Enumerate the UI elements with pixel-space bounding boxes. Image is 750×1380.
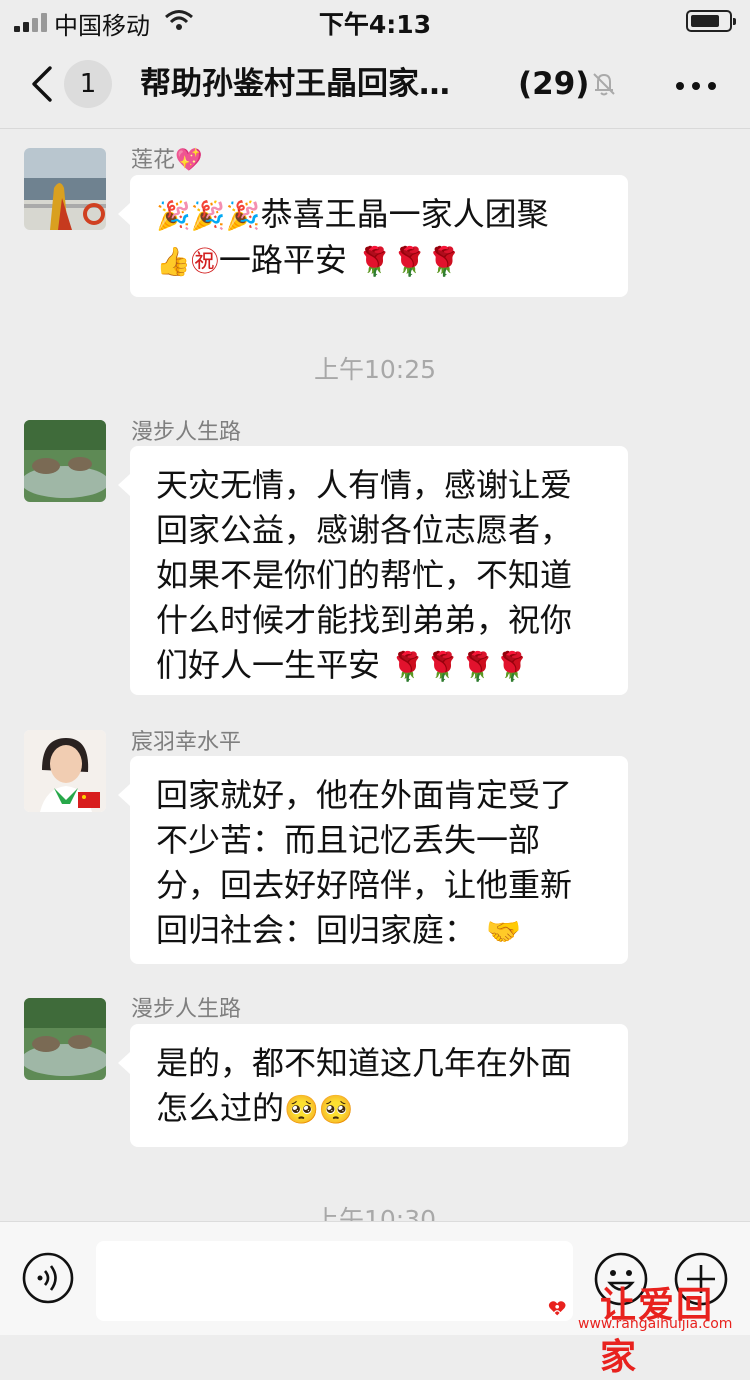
message-bubble[interactable]: 回家就好，他在外面肯定受了 不少苦：而且记忆丢失一部 分，回去好好陪伴，让他重新… (118, 756, 628, 964)
rose-icon: 🌹 (494, 650, 530, 683)
message-text: 一路平安 (218, 241, 347, 279)
voice-input-icon[interactable] (22, 1252, 74, 1304)
message-bubble[interactable]: 天灾无情，人有情，感谢让爱 回家公益，感谢各位志愿者， 如果不是你们的帮忙，不知… (118, 446, 628, 695)
message-line: 分，回去好好陪伴，让他重新 (156, 866, 573, 904)
rose-icon: 🌹 (357, 245, 392, 278)
sender-name: 漫步人生路 (131, 420, 242, 445)
rose-icon: 🌹 (390, 650, 426, 683)
rose-icon: 🌹 (459, 650, 495, 683)
avatar[interactable] (24, 730, 106, 812)
chat-title: 帮助孙鉴村王晶回家… (140, 66, 450, 102)
message-line: 们好人一生平安 (156, 646, 381, 684)
handshake-icon: 🤝 (486, 915, 522, 948)
message-line: 天灾无情，人有情，感谢让爱 (156, 466, 573, 504)
watermark-url: www.rangaihuijia.com (578, 1316, 733, 1332)
rose-icon: 🌹 (426, 245, 462, 278)
message-input[interactable] (96, 1241, 573, 1321)
message-bubble[interactable]: 🎉🎉🎉恭喜王晶一家人团聚 👍㊗一路平安 🌹🌹🌹 (118, 175, 628, 297)
sender-name: 漫步人生路 (131, 997, 242, 1022)
message-line: 回家就好，他在外面肯定受了 (156, 776, 573, 814)
status-bar: 中国移动 下午4:13 (0, 0, 750, 40)
message-bubble[interactable]: 是的，都不知道这几年在外面 怎么过的🥺🥺 (118, 1024, 628, 1147)
message-line: 什么时候才能找到弟弟，祝你 (156, 601, 573, 639)
party-popper-icon: 🎉 (156, 199, 191, 232)
back-chevron-icon[interactable] (28, 62, 58, 106)
battery-icon (686, 10, 736, 32)
message-line: 回家公益，感谢各位志愿者， (156, 511, 573, 549)
member-count: (29) (518, 66, 590, 102)
rose-icon: 🌹 (425, 650, 460, 683)
status-time: 下午4:13 (318, 10, 432, 39)
party-popper-icon: 🎉 (190, 199, 226, 232)
pleading-face-icon: 🥺 (284, 1093, 319, 1126)
congratulations-icon: ㊗ (190, 245, 219, 278)
avatar[interactable] (24, 420, 106, 502)
pleading-face-icon: 🥺 (318, 1093, 354, 1126)
mute-bell-icon (593, 73, 615, 96)
party-popper-icon: 🎉 (225, 199, 261, 232)
message-line: 回归社会：回归家庭： (156, 911, 477, 949)
thumbs-up-icon: 👍 (156, 245, 191, 278)
unread-count-badge[interactable]: 1 (64, 60, 112, 108)
message-text: 恭喜王晶一家人团聚 (260, 195, 549, 233)
sender-name: 宸羽幸水平 (131, 730, 242, 755)
more-options-icon[interactable] (676, 82, 716, 90)
message-line: 怎么过的 (156, 1089, 285, 1127)
sender-name: 莲花💖 (131, 148, 203, 173)
avatar[interactable] (24, 998, 106, 1080)
avatar[interactable] (24, 148, 106, 230)
message-line: 如果不是你们的帮忙，不知道 (156, 556, 573, 594)
timestamp: 上午10:25 (313, 355, 437, 384)
message-line: 是的，都不知道这几年在外面 (156, 1044, 573, 1082)
chat-header: 1 帮助孙鉴村王晶回家… (29) (0, 40, 750, 129)
message-line: 不少苦：而且记忆丢失一部 (156, 821, 541, 859)
rose-icon: 🌹 (391, 245, 427, 278)
